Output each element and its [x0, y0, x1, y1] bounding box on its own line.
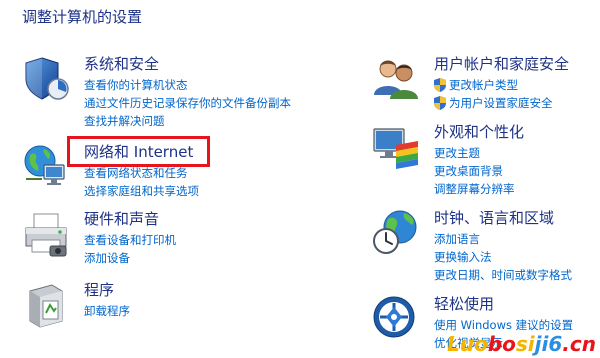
site-watermark: Luobosiji6.cn [447, 332, 596, 356]
category-title-hardware-sound[interactable]: 硬件和声音 [84, 210, 159, 228]
clock-globe-icon[interactable] [372, 209, 420, 257]
link-file-history-backup[interactable]: 通过文件历史记录保存你的文件备份副本 [84, 94, 291, 112]
link-change-date-time-format[interactable]: 更改日期、时间或数字格式 [434, 266, 572, 284]
category-title-clock-language-region[interactable]: 时钟、语言和区域 [434, 209, 554, 227]
uac-shield-icon [434, 96, 446, 115]
category-title-appearance[interactable]: 外观和个性化 [434, 123, 524, 141]
category-title-programs[interactable]: 程序 [84, 281, 114, 299]
users-icon[interactable] [372, 55, 420, 103]
programs-box-icon[interactable] [22, 281, 70, 329]
category-title-user-accounts[interactable]: 用户帐户和家庭安全 [434, 55, 569, 73]
link-add-device[interactable]: 添加设备 [84, 249, 176, 267]
page-title: 调整计算机的设置 [22, 8, 143, 26]
highlight-box-network [67, 136, 210, 167]
link-label-family-safety: 为用户设置家庭安全 [449, 96, 553, 110]
link-add-language[interactable]: 添加语言 [434, 230, 572, 248]
link-family-safety[interactable]: 为用户设置家庭安全 [434, 94, 553, 112]
link-view-computer-status[interactable]: 查看你的计算机状态 [84, 76, 291, 94]
category-title-ease-of-access[interactable]: 轻松使用 [434, 295, 494, 313]
link-change-theme[interactable]: 更改主题 [434, 144, 515, 162]
network-globe-icon[interactable] [22, 143, 70, 191]
ease-of-access-icon[interactable] [372, 295, 420, 343]
link-change-account-type[interactable]: 更改帐户类型 [434, 76, 553, 94]
link-change-input-method[interactable]: 更换输入法 [434, 248, 572, 266]
link-label-change-account-type: 更改帐户类型 [449, 78, 518, 92]
link-uninstall-program[interactable]: 卸载程序 [84, 302, 130, 320]
link-homegroup-sharing[interactable]: 选择家庭组和共享选项 [84, 182, 199, 200]
security-shield-icon[interactable] [22, 55, 70, 103]
link-change-desktop-background[interactable]: 更改桌面背景 [434, 162, 515, 180]
link-adjust-resolution[interactable]: 调整屏幕分辨率 [434, 180, 515, 198]
category-title-system-security[interactable]: 系统和安全 [84, 55, 159, 73]
monitor-palette-icon[interactable] [372, 123, 420, 171]
printer-icon[interactable] [22, 210, 70, 258]
link-devices-printers[interactable]: 查看设备和打印机 [84, 231, 176, 249]
link-troubleshoot[interactable]: 查找并解决问题 [84, 112, 291, 130]
